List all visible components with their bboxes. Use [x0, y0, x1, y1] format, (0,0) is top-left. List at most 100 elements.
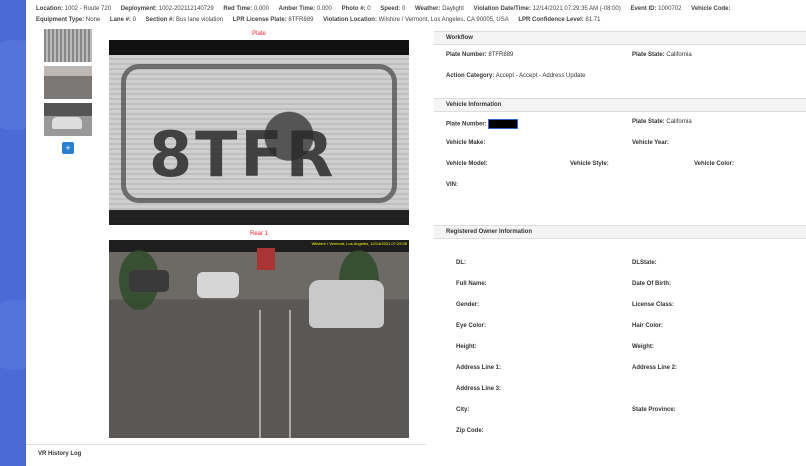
vehicle-year-label: Vehicle Year: — [632, 140, 669, 146]
car-ahead — [197, 272, 239, 298]
violation-datetime-label: Violation Date/Time: — [473, 6, 532, 12]
plus-icon: + — [65, 143, 71, 153]
plate-number-label: Plate Number: — [446, 52, 487, 58]
add-image-button[interactable]: + — [62, 142, 74, 154]
red-time-label: Red Time: — [223, 6, 253, 12]
red-time-value: 0.000 — [253, 6, 269, 12]
address-line-3-label: Address Line 3: — [456, 386, 502, 392]
plate-number-value: 8TFR889 — [488, 52, 514, 58]
lane-line — [259, 310, 261, 438]
violation-datetime-value: 12/14/2021 07:29:35 AM (-08:00) — [532, 6, 621, 12]
deployment-value: 1002-202112140729 — [158, 6, 214, 12]
event-id-value: 1000702 — [658, 6, 682, 12]
vehicle-plate-number-label: Plate Number: — [446, 121, 487, 128]
dl-label: DL: — [456, 260, 466, 266]
owner-row: Zip Code: — [434, 421, 806, 442]
vehicle-information-panel: Vehicle Information Plate Number: Plate … — [434, 98, 806, 196]
rear-image-overlay: Wilshire / Vermont, Los Angeles, 12/14/2… — [311, 241, 407, 246]
parked-car — [129, 270, 169, 292]
owner-row: Address Line 3: — [434, 379, 806, 400]
gender-label: Gender: — [456, 302, 480, 308]
vehicle-plate-state-value: California — [666, 119, 692, 125]
violation-info-bar: Location: 1002 - Route 720 Deployment: 1… — [36, 4, 806, 26]
vehicle-row: VIN: — [434, 175, 806, 196]
weather-label: Weather: — [414, 6, 441, 12]
address-line-2-label: Address Line 2: — [632, 365, 678, 371]
owner-row: City: State Province: — [434, 400, 806, 421]
plate-image-label: Plate — [252, 31, 266, 37]
section-value: Bus lane violation — [175, 17, 224, 23]
location-label: Location: — [36, 6, 63, 12]
equipment-type-label: Equipment Type: — [36, 17, 85, 23]
lpr-plate-label: LPR License Plate: — [232, 17, 287, 23]
registered-owner-panel: Registered Owner Information DL: DLState… — [434, 225, 806, 442]
vehicle-style-label: Vehicle Style: — [570, 161, 609, 167]
height-label: Height: — [456, 344, 477, 350]
thumbnail-rear[interactable] — [44, 66, 92, 99]
plate-state-value: California — [666, 52, 692, 58]
lpr-confidence-label: LPR Confidence Level: — [518, 17, 584, 23]
vehicle-plate-state-label: Plate State: — [632, 119, 665, 125]
lane-line — [289, 310, 291, 438]
redacted-plate-number — [488, 119, 519, 129]
amber-time-value: 0.000 — [316, 6, 332, 12]
date-of-birth-label: Date Of Birth: — [632, 281, 671, 287]
city-label: City: — [456, 407, 470, 413]
amber-time-label: Amber Time: — [278, 6, 316, 12]
vr-history-log-title[interactable]: VR History Log — [38, 445, 426, 463]
owner-row: Address Line 1: Address Line 2: — [434, 358, 806, 379]
vehicle-row: Vehicle Make: Vehicle Year: — [434, 133, 806, 154]
weight-label: Weight: — [632, 344, 654, 350]
plate-state-label: Plate State: — [632, 52, 665, 58]
eye-color-label: Eye Color: — [456, 323, 487, 329]
hair-color-label: Hair Color: — [632, 323, 664, 329]
workflow-row: Plate Number: 8TFR889 Plate State: Calif… — [434, 45, 806, 66]
bus — [257, 248, 275, 270]
action-category-value: Accept - Accept - Address Update — [495, 73, 586, 79]
lane-value: 0 — [132, 17, 136, 23]
vin-label: VIN: — [446, 182, 458, 188]
vehicle-information-header: Vehicle Information — [434, 98, 806, 112]
equipment-type-value: None — [85, 17, 101, 23]
plate-image-text: 8TFR — [149, 118, 337, 191]
lane-label: Lane #: — [109, 17, 131, 23]
weather-value: Daylight — [442, 6, 464, 12]
photo-label: Photo #: — [341, 6, 366, 12]
vehicle-color-label: Vehicle Color: — [694, 161, 735, 167]
thumbnail-plate[interactable] — [44, 29, 92, 62]
lpr-confidence-value: 81.71 — [585, 17, 601, 23]
section-label: Section #: — [145, 17, 175, 23]
owner-row: DL: DLState: — [434, 253, 806, 274]
owner-row: Height: Weight: — [434, 337, 806, 358]
thumbnail-vehicle[interactable] — [44, 103, 92, 136]
license-class-label: License Class: — [632, 302, 675, 308]
owner-row: Eye Color: Hair Color: — [434, 316, 806, 337]
vehicle-make-label: Vehicle Make: — [446, 140, 486, 146]
car-shape — [52, 117, 82, 129]
plate-image[interactable]: 8TFR — [109, 40, 409, 225]
address-line-1-label: Address Line 1: — [456, 365, 502, 371]
violation-location-value: Wilshire / Vermont, Los Angeles, CA 9000… — [378, 17, 509, 23]
vr-history-log: VR History Log — [26, 444, 426, 466]
speed-label: Speed: — [380, 6, 401, 12]
event-id-label: Event ID: — [630, 6, 657, 12]
full-name-label: Full Name: — [456, 281, 487, 287]
photo-value: 0 — [367, 6, 371, 12]
vehicle-row: Vehicle Model: Vehicle Style: Vehicle Co… — [434, 154, 806, 175]
rear-image[interactable]: Wilshire / Vermont, Los Angeles, 12/14/2… — [109, 240, 409, 438]
location-value: 1002 - Route 720 — [64, 6, 112, 12]
vehicle-code-label: Vehicle Code: — [691, 6, 731, 12]
image-thumbnails: + — [44, 29, 92, 154]
workflow-header: Workflow — [434, 31, 806, 45]
violation-location-label: Violation Location: — [323, 17, 377, 23]
rear-image-label: Rear 1 — [249, 231, 268, 237]
workflow-row: Action Category: Accept - Accept - Addre… — [434, 66, 806, 87]
deployment-label: Deployment: — [120, 6, 158, 12]
violating-car — [309, 280, 384, 328]
owner-row: Gender: License Class: — [434, 295, 806, 316]
zip-code-label: Zip Code: — [456, 428, 484, 434]
lpr-plate-value: 8TFR889 — [288, 17, 314, 23]
vehicle-row: Plate Number: Plate State: California — [434, 112, 806, 133]
state-province-label: State Province: — [632, 407, 676, 413]
